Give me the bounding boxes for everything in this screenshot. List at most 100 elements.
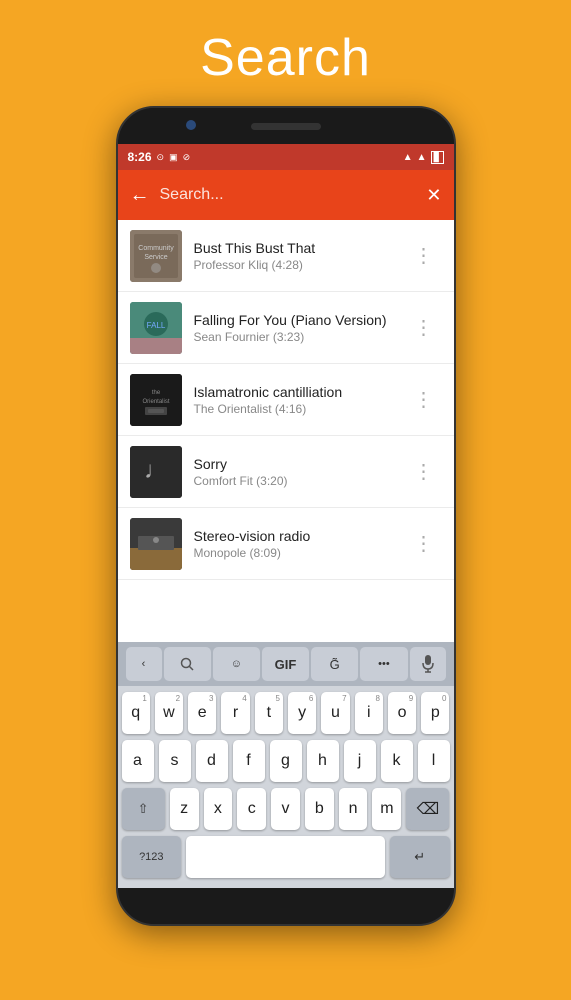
page-title: Search — [200, 28, 371, 88]
svg-text:Community: Community — [138, 245, 174, 252]
keyboard-emoji-button[interactable]: ☺ — [213, 647, 260, 681]
key-w[interactable]: 2w — [155, 692, 183, 734]
song-more-4[interactable]: ⋮ — [406, 451, 442, 492]
key-f[interactable]: f — [233, 740, 265, 782]
song-info-3: Islamatronic cantilliation The Orientali… — [194, 384, 406, 416]
key-b[interactable]: b — [305, 788, 334, 830]
status-time: 8:26 — [128, 150, 152, 164]
song-list: Community Service Bust This Bust That Pr… — [118, 220, 454, 642]
song-title-3: Islamatronic cantilliation — [194, 384, 406, 400]
song-item-2[interactable]: FALL Falling For You (Piano Version) Sea… — [118, 292, 454, 364]
status-icon-2: ▣ — [169, 152, 178, 163]
keyboard-row-2: a s d f g h j k l — [122, 740, 450, 782]
keyboard-gif-button[interactable]: GIF — [262, 647, 309, 681]
keyboard-area: ‹ ☺ GIF G̃ ••• 1q 2w 3e 4r — [118, 642, 454, 888]
song-item-3[interactable]: the Orientalist Islamatronic cantilliati… — [118, 364, 454, 436]
song-more-1[interactable]: ⋮ — [406, 235, 442, 276]
album-art-3: the Orientalist — [130, 374, 182, 426]
song-subtitle-1: Professor Kliq (4:28) — [194, 258, 406, 272]
key-q[interactable]: 1q — [122, 692, 150, 734]
song-title-4: Sorry — [194, 456, 406, 472]
album-art-1: Community Service — [130, 230, 182, 282]
svg-text:♩: ♩ — [144, 457, 168, 484]
song-more-5[interactable]: ⋮ — [406, 523, 442, 564]
key-h[interactable]: h — [307, 740, 339, 782]
song-title-5: Stereo-vision radio — [194, 528, 406, 544]
song-info-2: Falling For You (Piano Version) Sean Fou… — [194, 312, 406, 344]
key-j[interactable]: j — [344, 740, 376, 782]
key-c[interactable]: c — [237, 788, 266, 830]
svg-text:Service: Service — [144, 254, 167, 261]
song-title-1: Bust This Bust That — [194, 240, 406, 256]
key-l[interactable]: l — [418, 740, 450, 782]
status-bar: 8:26 ⊙ ▣ ⊘ ▲ ▲ ▊ — [118, 144, 454, 170]
key-g[interactable]: g — [270, 740, 302, 782]
song-info-5: Stereo-vision radio Monopole (8:09) — [194, 528, 406, 560]
svg-text:FALL: FALL — [146, 321, 165, 330]
keyboard-search-button[interactable] — [164, 647, 211, 681]
phone-screen: 8:26 ⊙ ▣ ⊘ ▲ ▲ ▊ ← Search... ✕ — [118, 144, 454, 888]
keyboard-translate-button[interactable]: G̃ — [311, 647, 358, 681]
keyboard-toolbar: ‹ ☺ GIF G̃ ••• — [118, 642, 454, 686]
key-m[interactable]: m — [372, 788, 401, 830]
key-n[interactable]: n — [339, 788, 368, 830]
signal-icon: ▲ — [417, 152, 427, 163]
key-z[interactable]: z — [170, 788, 199, 830]
song-item-1[interactable]: Community Service Bust This Bust That Pr… — [118, 220, 454, 292]
phone-camera — [186, 120, 196, 130]
keyboard-keys: 1q 2w 3e 4r 5t 6y 7u 8i 9o 0p a s d f — [118, 686, 454, 888]
phone-mockup: 8:26 ⊙ ▣ ⊘ ▲ ▲ ▊ ← Search... ✕ — [116, 106, 456, 926]
shift-key[interactable]: ⇧ — [122, 788, 165, 830]
key-u[interactable]: 7u — [321, 692, 349, 734]
key-r[interactable]: 4r — [221, 692, 249, 734]
keyboard-row-1: 1q 2w 3e 4r 5t 6y 7u 8i 9o 0p — [122, 692, 450, 734]
keyboard-row-3: ⇧ z x c v b n m ⌫ — [122, 788, 450, 830]
key-p[interactable]: 0p — [421, 692, 449, 734]
battery-icon: ▊ — [431, 151, 444, 164]
song-subtitle-4: Comfort Fit (3:20) — [194, 474, 406, 488]
symbols-key[interactable]: ?123 — [122, 836, 182, 878]
song-subtitle-5: Monopole (8:09) — [194, 546, 406, 560]
keyboard-back-button[interactable]: ‹ — [126, 647, 162, 681]
phone-speaker — [251, 123, 321, 130]
status-icon-3: ⊘ — [183, 152, 191, 163]
space-key[interactable] — [186, 836, 385, 878]
phone-bottom — [118, 888, 454, 924]
keyboard-row-4: ?123 ↵ — [122, 836, 450, 878]
key-t[interactable]: 5t — [255, 692, 283, 734]
song-info-4: Sorry Comfort Fit (3:20) — [194, 456, 406, 488]
album-art-2: FALL — [130, 302, 182, 354]
keyboard-mic-button[interactable] — [410, 647, 446, 681]
key-v[interactable]: v — [271, 788, 300, 830]
status-icon-1: ⊙ — [157, 152, 165, 163]
search-bar: ← Search... ✕ — [118, 170, 454, 220]
song-info-1: Bust This Bust That Professor Kliq (4:28… — [194, 240, 406, 272]
key-a[interactable]: a — [122, 740, 154, 782]
song-more-3[interactable]: ⋮ — [406, 379, 442, 420]
song-more-2[interactable]: ⋮ — [406, 307, 442, 348]
keyboard-more-button[interactable]: ••• — [360, 647, 407, 681]
key-i[interactable]: 8i — [355, 692, 383, 734]
status-icons-right: ▲ ▲ ▊ — [403, 151, 444, 164]
svg-text:Orientalist: Orientalist — [142, 399, 169, 405]
key-o[interactable]: 9o — [388, 692, 416, 734]
key-s[interactable]: s — [159, 740, 191, 782]
svg-text:the: the — [151, 390, 160, 396]
song-item-4[interactable]: ♩ Sorry Comfort Fit (3:20) ⋮ — [118, 436, 454, 508]
song-item-5[interactable]: Stereo-vision radio Monopole (8:09) ⋮ — [118, 508, 454, 580]
back-button[interactable]: ← — [130, 184, 150, 207]
song-title-2: Falling For You (Piano Version) — [194, 312, 406, 328]
key-e[interactable]: 3e — [188, 692, 216, 734]
key-d[interactable]: d — [196, 740, 228, 782]
key-k[interactable]: k — [381, 740, 413, 782]
key-y[interactable]: 6y — [288, 692, 316, 734]
phone-top-bar — [118, 108, 454, 144]
key-x[interactable]: x — [204, 788, 233, 830]
album-art-4: ♩ — [130, 446, 182, 498]
delete-key[interactable]: ⌫ — [406, 788, 449, 830]
wifi-icon: ▲ — [403, 152, 413, 163]
song-subtitle-3: The Orientalist (4:16) — [194, 402, 406, 416]
search-input[interactable]: Search... — [160, 186, 427, 204]
clear-search-button[interactable]: ✕ — [426, 185, 441, 206]
enter-key[interactable]: ↵ — [390, 836, 450, 878]
